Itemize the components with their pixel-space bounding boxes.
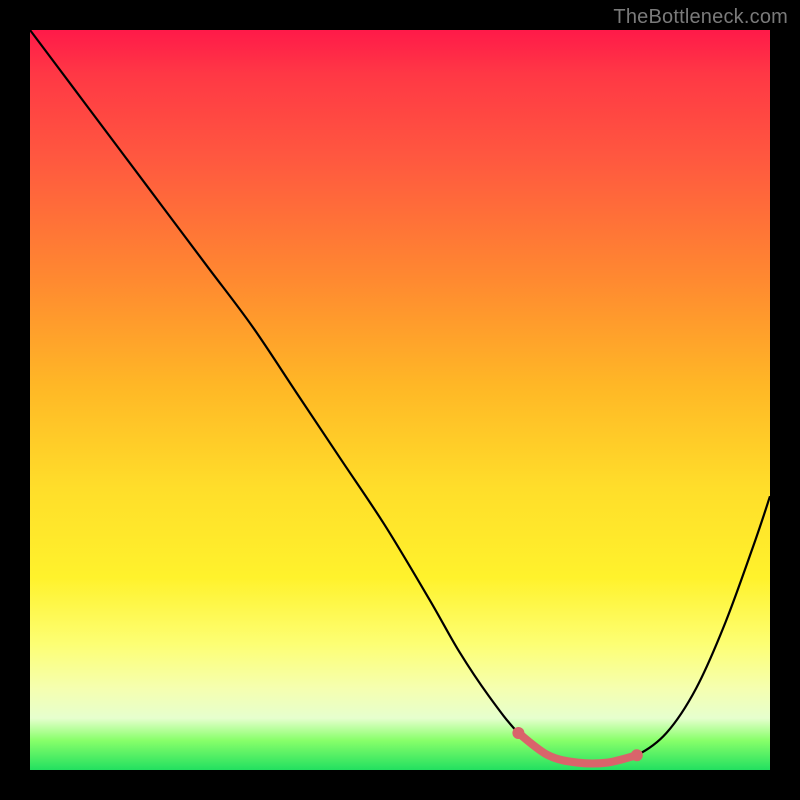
curve-layer bbox=[30, 30, 770, 770]
optimal-range-highlight bbox=[518, 733, 636, 764]
bottleneck-curve bbox=[30, 30, 770, 764]
optimal-end-point bbox=[631, 749, 643, 761]
chart-frame: TheBottleneck.com bbox=[0, 0, 800, 800]
optimal-start-point bbox=[512, 727, 524, 739]
plot-area bbox=[30, 30, 770, 770]
watermark-text: TheBottleneck.com bbox=[613, 6, 788, 29]
